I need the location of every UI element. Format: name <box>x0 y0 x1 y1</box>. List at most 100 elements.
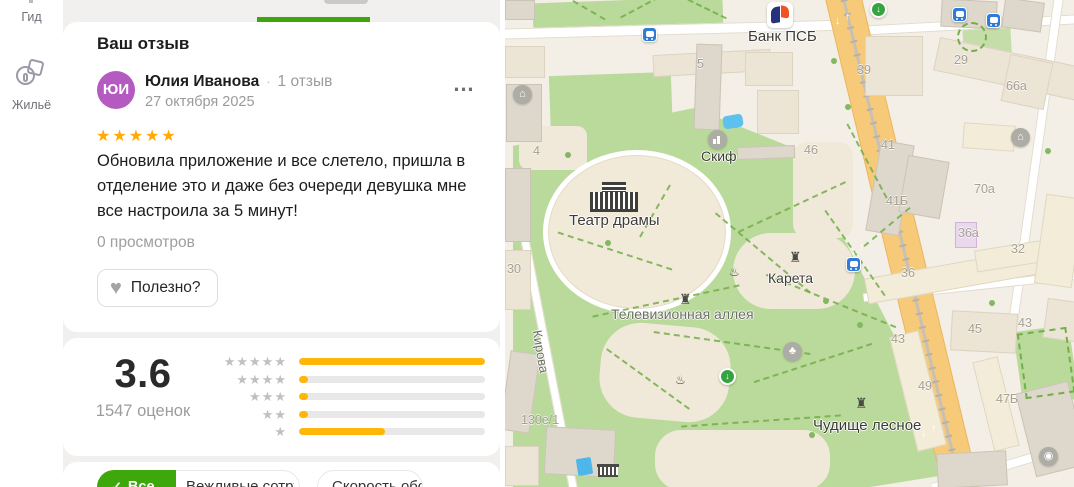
bus-stop-icon[interactable] <box>846 257 861 272</box>
panel-map-divider <box>500 0 505 487</box>
pool[interactable] <box>575 456 594 477</box>
map-place-label[interactable]: Скиф <box>701 148 737 164</box>
review-star-rating: ★★★★★ <box>96 128 178 145</box>
housing-key-icon <box>16 58 48 94</box>
poi-tree-icon[interactable] <box>783 342 802 361</box>
filter-chips-card: ✓ Все Вежливые сотрудники Скорость обслу… <box>63 462 500 487</box>
histogram-row[interactable]: ★ <box>209 425 485 438</box>
building-number: 29 <box>954 53 968 67</box>
poi-globe-icon[interactable] <box>1039 447 1058 466</box>
histogram-track <box>299 358 485 365</box>
histogram-row[interactable]: ★★★ <box>209 390 485 403</box>
fountain-icon[interactable] <box>675 374 686 386</box>
building-number: 46 <box>804 143 818 157</box>
building-number: 32 <box>1011 242 1025 256</box>
building-number: 49 <box>918 379 932 393</box>
histogram-fill <box>299 358 485 365</box>
oneway-arrow-icon[interactable] <box>921 428 927 439</box>
monument-icon[interactable] <box>789 250 802 264</box>
author-name[interactable]: Юлия Иванова <box>145 73 259 91</box>
histogram-stars: ★★★ <box>249 389 287 404</box>
left-sidebar: Гид Жильё <box>0 0 63 487</box>
sidebar-item-label: Жильё <box>11 98 52 112</box>
building-number: 4 <box>533 144 540 158</box>
poi-house-icon[interactable] <box>1011 128 1030 147</box>
guide-icon <box>29 0 33 3</box>
sidebar-item-guide[interactable]: Гид <box>0 10 63 24</box>
map-place-label[interactable]: Банк ПСБ <box>748 28 817 45</box>
avatar: ЮИ <box>97 71 135 109</box>
building-number: 36а <box>958 226 979 240</box>
street-label: Телевизионная аллея <box>611 306 754 322</box>
chip-aspect-2[interactable]: Скорость обслуживания <box>317 470 423 487</box>
rating-count: 1547 оценок <box>95 402 191 420</box>
oneway-arrow-icon[interactable] <box>835 16 841 27</box>
sidebar-item-housing[interactable]: Жильё <box>0 58 63 112</box>
psb-logo-icon[interactable] <box>767 2 793 28</box>
review-author-row: Юлия Иванова · 1 отзыв <box>145 73 332 91</box>
park-entrance-icon[interactable] <box>870 1 887 18</box>
building-number: 41 <box>881 138 895 152</box>
histogram-track <box>299 410 485 418</box>
heart-icon: ♥ <box>110 277 122 299</box>
oneway-arrow-icon[interactable] <box>851 246 857 257</box>
building-number: 30 <box>507 262 521 276</box>
histogram-track <box>299 375 485 383</box>
histogram-track <box>299 428 485 435</box>
histogram-stars: ★ <box>274 424 287 439</box>
bus-stop-icon[interactable] <box>642 27 657 42</box>
helpful-button[interactable]: ♥ Полезно? <box>97 269 218 307</box>
map-place-label[interactable]: Театр драмы <box>569 212 660 229</box>
histogram-fill <box>299 393 309 400</box>
app-window: Гид Жильё Ваш отзыв ЮИ Юлия Иванова · 1 … <box>0 0 1074 487</box>
rating-summary-card: 3.6 1547 оценок ★★★★★ ★★★★ ★★★ ★★ ★ <box>63 338 500 456</box>
monument-icon[interactable] <box>855 396 868 410</box>
review-panel: Ваш отзыв ЮИ Юлия Иванова · 1 отзыв 27 о… <box>63 0 500 487</box>
poi-business-icon[interactable] <box>708 130 727 149</box>
histogram-fill <box>299 428 385 435</box>
review-date: 27 октября 2025 <box>145 94 255 110</box>
chip-all[interactable]: ✓ Все <box>97 470 176 487</box>
oneway-arrow-icon[interactable] <box>859 242 865 253</box>
map-place-label[interactable]: Карета <box>768 270 813 286</box>
map-place-label[interactable]: Чудище лесное <box>813 417 921 434</box>
building-number: 45 <box>968 322 982 336</box>
author-review-count: 1 отзыв <box>277 73 333 90</box>
rating-histogram: ★★★★★ ★★★★ ★★★ ★★ ★ <box>209 355 485 438</box>
poi-house-icon[interactable] <box>513 85 532 104</box>
oneway-arrow-icon[interactable] <box>931 424 937 435</box>
review-views: 0 просмотров <box>97 234 195 251</box>
panel-top-strip <box>63 0 500 22</box>
monument-icon[interactable] <box>679 292 692 306</box>
more-menu-button[interactable]: … <box>446 70 482 98</box>
chip-label: Все <box>127 479 155 487</box>
bus-stop-icon[interactable] <box>986 13 1001 28</box>
chip-group: ✓ Все Вежливые сотрудники <box>97 470 300 487</box>
oneway-arrow-icon[interactable] <box>845 12 851 23</box>
building-number: 36 <box>901 266 915 280</box>
building-number: 5 <box>697 57 704 71</box>
building-number: 39 <box>857 63 871 77</box>
museum-building-icon[interactable] <box>597 464 619 477</box>
building-number: 47Б <box>996 392 1019 406</box>
scroll-nub <box>324 0 368 4</box>
park-entrance-icon[interactable] <box>719 368 736 385</box>
histogram-fill <box>299 375 309 383</box>
rating-score-block: 3.6 1547 оценок <box>73 352 213 421</box>
fountain-icon[interactable] <box>729 266 740 278</box>
check-icon: ✓ <box>111 479 122 487</box>
helpful-label: Полезно? <box>130 279 201 296</box>
building-number: 41Б <box>886 194 909 208</box>
histogram-row[interactable]: ★★★★ <box>209 373 485 386</box>
map-canvas[interactable]: 5 4 39 29 66а 46 41 41Б 70а 36а 32 36 30 130е/1 43 45 49… <box>505 0 1074 487</box>
building-number: 70а <box>974 182 995 196</box>
bus-stop-icon[interactable] <box>952 7 967 22</box>
building-number: 43 <box>891 332 905 346</box>
histogram-stars: ★★★★★ <box>223 354 287 369</box>
histogram-row[interactable]: ★★ <box>209 408 485 421</box>
histogram-row[interactable]: ★★★★★ <box>209 355 485 368</box>
sidebar-item-label: Гид <box>21 10 42 24</box>
chip-aspect-1[interactable]: Вежливые сотрудники <box>186 478 294 487</box>
rating-score: 3.6 <box>114 352 172 396</box>
theater-building-icon[interactable] <box>590 182 638 212</box>
